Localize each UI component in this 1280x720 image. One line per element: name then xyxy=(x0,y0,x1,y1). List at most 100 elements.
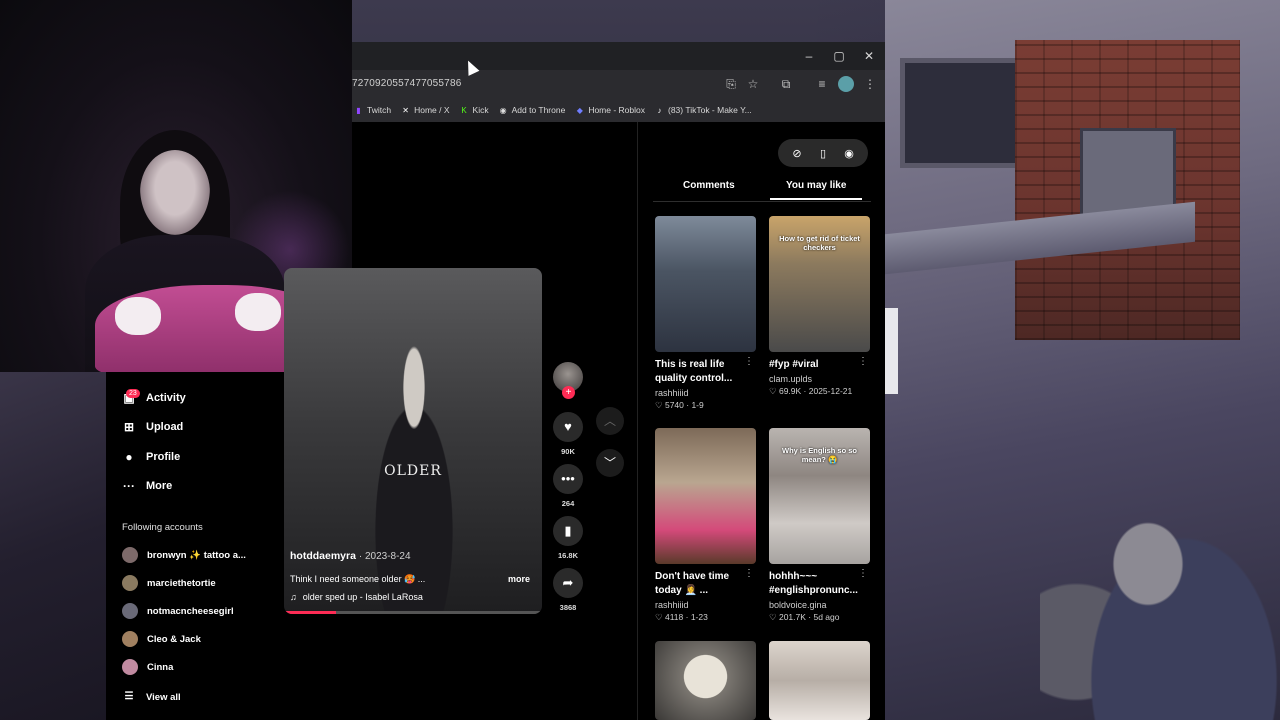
roblox-icon: ◆ xyxy=(576,105,583,115)
account-item[interactable]: marciethetortie xyxy=(122,575,216,591)
video-card[interactable]: Don't have time today 👩‍💼 ... ⋮ rashhiii… xyxy=(655,428,756,623)
tab-comments[interactable]: Comments xyxy=(683,180,735,191)
card-title[interactable]: This is real life quality control... xyxy=(655,358,756,386)
video-thumbnail[interactable]: How to get rid of ticket checkers xyxy=(769,216,870,352)
account-item[interactable]: Cleo & Jack xyxy=(122,631,201,647)
bookmark-label: Home - Roblox xyxy=(588,105,645,115)
sidebar-item-upload[interactable]: ⊞ Upload xyxy=(122,420,183,434)
sidebar-item-label: More xyxy=(146,480,173,492)
video-thumbnail[interactable] xyxy=(655,216,756,352)
bookmark-item[interactable]: ✕ Home / X xyxy=(401,105,449,115)
phone-icon[interactable]: ▯ xyxy=(815,147,831,160)
caption-more-button[interactable]: more xyxy=(508,574,530,584)
next-video-button[interactable]: ﹀ xyxy=(596,449,624,477)
bookmark-item[interactable]: ◉ Add to Throne xyxy=(499,105,566,115)
comment-button[interactable]: ••• 264 xyxy=(552,464,584,508)
chevron-up-icon: ︿ xyxy=(603,414,616,428)
video-card[interactable] xyxy=(769,641,870,720)
list-icon: ☰ xyxy=(124,691,134,702)
more-icon: ··· xyxy=(123,479,135,493)
video-card[interactable] xyxy=(655,641,756,720)
video-thumbnail[interactable] xyxy=(655,428,756,564)
player-tools: ⊘ ▯ ◉ xyxy=(778,139,868,167)
video-thumbnail[interactable] xyxy=(769,641,870,720)
video-author[interactable]: hotddaemyra · 2023-8-24 xyxy=(290,550,411,562)
video-card[interactable]: Why is English so so mean? 😭 hohhh~~~ #e… xyxy=(769,428,870,623)
profile-icon: ● xyxy=(125,450,133,464)
avatar xyxy=(122,603,138,619)
bookmark-item[interactable]: ♪ (83) TikTok - Make Y... xyxy=(655,105,752,115)
video-overlay-text: OLDER xyxy=(384,463,442,479)
video-card[interactable]: How to get rid of ticket checkers #fyp #… xyxy=(769,216,870,397)
card-author[interactable]: boldvoice.gina xyxy=(769,600,870,610)
media-queue-icon[interactable]: ≡ xyxy=(814,76,830,92)
address-bar[interactable]: 7270920557477055786 ⎘ ☆ ⧉ ≡ ⋮ xyxy=(352,72,885,98)
sidebar-item-profile[interactable]: ● Profile xyxy=(122,450,180,464)
install-app-icon[interactable]: ⎘ xyxy=(723,76,739,92)
bookmark-item[interactable]: K Kick xyxy=(460,105,489,115)
more-options-icon[interactable]: ⋮ xyxy=(858,568,868,579)
card-title[interactable]: #fyp #viral xyxy=(769,358,870,372)
follow-plus-icon[interactable]: + xyxy=(562,386,575,399)
bookmark-label: Add to Throne xyxy=(511,105,566,115)
previous-video-button[interactable]: ︿ xyxy=(596,407,624,435)
url-text[interactable]: 7270920557477055786 xyxy=(352,78,461,89)
browser-profile-avatar[interactable] xyxy=(838,76,854,92)
avatar xyxy=(122,575,138,591)
sidebar-item-label: Upload xyxy=(146,421,184,433)
account-name: notmacncheesegirl xyxy=(147,605,234,617)
heart-icon: ♥ xyxy=(553,412,583,442)
view-all-button[interactable]: ☰ View all xyxy=(122,690,181,704)
close-icon[interactable]: ✕ xyxy=(861,48,877,64)
kitty-print xyxy=(235,293,281,331)
account-item[interactable]: notmacncheesegirl xyxy=(122,603,234,619)
bookmark-item[interactable]: ◆ Home - Roblox xyxy=(575,105,645,115)
share-button[interactable]: ➦ 3868 xyxy=(552,568,584,612)
account-item[interactable]: Cinna xyxy=(122,659,173,675)
right-panel: ⊘ ▯ ◉ Comments You may like This is real… xyxy=(637,122,885,720)
card-author[interactable]: rashhiiid xyxy=(655,388,756,398)
minimize-icon[interactable]: – xyxy=(801,48,817,64)
card-title[interactable]: hohhh~~~ #englishpronunc... xyxy=(769,570,870,598)
avatar xyxy=(122,659,138,675)
bookmark-icon: ▮ xyxy=(553,516,583,546)
creator-avatar-button[interactable]: + xyxy=(552,362,584,399)
bookmark-item[interactable]: ▮ Twitch xyxy=(354,105,391,115)
avatar xyxy=(122,631,138,647)
twitch-icon: ▮ xyxy=(356,105,361,115)
like-count: 90K xyxy=(561,447,575,456)
like-button[interactable]: ♥ 90K xyxy=(552,412,584,456)
card-title[interactable]: Don't have time today 👩‍💼 ... xyxy=(655,570,756,598)
browser-menu-icon[interactable]: ⋮ xyxy=(862,76,878,92)
more-options-icon[interactable]: ⋮ xyxy=(858,356,868,367)
maximize-icon[interactable]: ▢ xyxy=(831,48,847,64)
more-options-icon[interactable]: ⋮ xyxy=(744,356,754,367)
video-music[interactable]: ♫ older sped up - Isabel LaRosa xyxy=(290,592,423,602)
bookmark-label: Kick xyxy=(472,105,489,115)
extensions-icon[interactable]: ⧉ xyxy=(778,76,794,92)
compass-icon[interactable]: ⊘ xyxy=(789,147,805,160)
save-button[interactable]: ▮ 16.8K xyxy=(552,516,584,560)
card-author[interactable]: rashhiiid xyxy=(655,600,756,610)
video-thumbnail[interactable] xyxy=(655,641,756,720)
background-zombie-figure xyxy=(1040,460,1280,720)
video-card[interactable]: This is real life quality control... ⋮ r… xyxy=(655,216,756,411)
bookmark-star-icon[interactable]: ☆ xyxy=(745,76,761,92)
account-name: bronwyn ✨ tattoo a... xyxy=(147,549,246,561)
bookmark-label: (83) TikTok - Make Y... xyxy=(668,105,752,115)
title-bar[interactable]: – ▢ ✕ xyxy=(352,42,885,70)
user-avatar-icon[interactable]: ◉ xyxy=(841,147,857,160)
video-thumbnail[interactable]: Why is English so so mean? 😭 xyxy=(769,428,870,564)
author-username: hotddaemyra xyxy=(290,550,356,562)
thumbnail-text: Why is English so so mean? 😭 xyxy=(781,446,857,464)
account-item[interactable]: bronwyn ✨ tattoo a... xyxy=(122,547,246,563)
x-icon: ✕ xyxy=(402,105,409,115)
card-stats: ♡ 69.9K · 2025-12-21 xyxy=(769,386,853,396)
video-player[interactable]: OLDER hotddaemyra · 2023-8-24 Think I ne… xyxy=(284,268,542,614)
sidebar-item-more[interactable]: ··· More xyxy=(122,479,172,493)
more-options-icon[interactable]: ⋮ xyxy=(744,568,754,579)
throne-icon: ◉ xyxy=(499,105,507,115)
card-author[interactable]: clam.uplds xyxy=(769,374,870,384)
tab-you-may-like[interactable]: You may like xyxy=(769,180,863,200)
video-progress-bar[interactable] xyxy=(284,611,542,614)
